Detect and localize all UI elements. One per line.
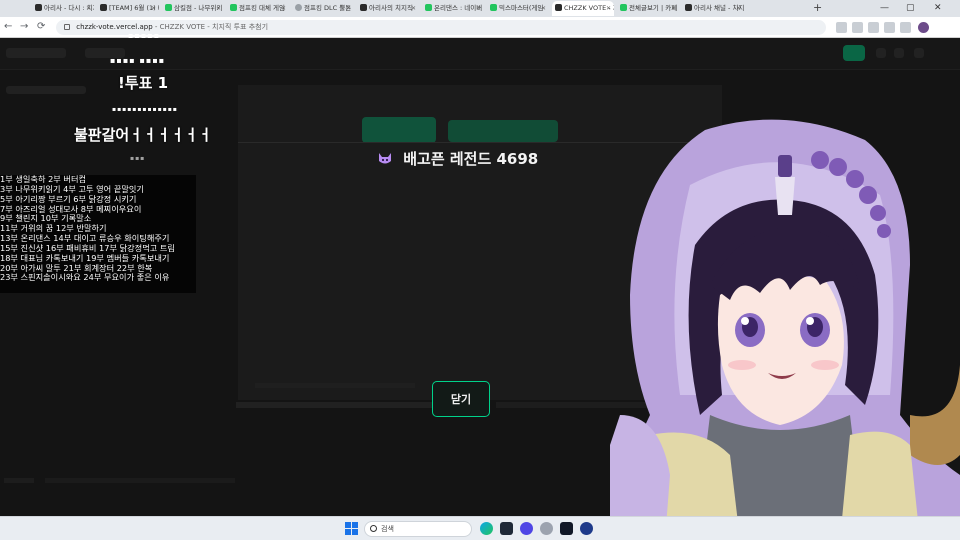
window-minimize-button[interactable]: — (880, 0, 889, 16)
chrome-icon[interactable] (500, 522, 513, 535)
close-tab-icon[interactable]: ✕ (671, 1, 676, 16)
reload-button[interactable]: ⟳ (37, 20, 45, 34)
winner-title: 배고픈 레전드 4698 (378, 148, 538, 169)
winner-number: 4698 (496, 150, 539, 168)
window-close-button[interactable]: ✕ (934, 0, 942, 16)
profile-avatar-icon[interactable] (918, 22, 929, 33)
windows-start-icon[interactable] (345, 522, 358, 535)
app-icon[interactable] (540, 522, 553, 535)
tab-label: 믹스마스터(게임 (499, 4, 544, 12)
url-domain: chzzk-vote.vercel.app (76, 23, 153, 31)
browser-tab[interactable]: [TEAM] 6월 (1) 태모베이✕ (97, 1, 159, 16)
close-button[interactable]: 닫기 (432, 381, 490, 417)
browser-tab[interactable]: 믹스마스터(게임 ✕ (487, 1, 549, 16)
close-tab-icon[interactable]: ✕ (151, 1, 156, 16)
browser-tab[interactable]: 아리사의 치지직 ✕ (357, 1, 419, 16)
browser-tab[interactable]: 온리댄스 : 네이버 ✕ (422, 1, 484, 16)
breadcrumb (6, 86, 86, 94)
tab-label: 전체글보기 | 카페 (629, 4, 678, 12)
close-tab-icon[interactable]: ✕ (736, 1, 741, 16)
extension-icon[interactable] (852, 22, 863, 33)
demon-face-icon (379, 153, 391, 164)
overlay-vote-heading: !투표 1 (118, 74, 169, 92)
extension-icon[interactable] (868, 22, 879, 33)
steam-icon[interactable] (580, 522, 593, 535)
edge-icon[interactable] (480, 522, 493, 535)
tab-favicon-icon (360, 4, 367, 11)
overlay-dots: ▪▪▪▪ ▪▪▪▪ (110, 56, 166, 65)
tab-favicon-icon (620, 4, 627, 11)
extension-icon[interactable] (900, 22, 911, 33)
tab-label: 점프킹 대체 게임 (239, 4, 285, 12)
close-tab-icon[interactable]: ✕ (606, 1, 611, 16)
vote-start-button[interactable] (448, 120, 558, 142)
extension-icon[interactable] (884, 22, 895, 33)
close-tab-icon[interactable]: ✕ (346, 1, 351, 16)
back-button[interactable]: ← (4, 20, 12, 34)
close-tab-icon[interactable]: ✕ (411, 1, 416, 16)
close-tab-icon[interactable]: ✕ (476, 1, 481, 16)
browser-tab[interactable]: 전체글보기 | 카페 ✕ (617, 1, 679, 16)
overlay-dots: ▪▪▪▪▪ (128, 31, 161, 40)
browser-tab[interactable]: 점프킹 DLC 뿔튼 ✕ (292, 1, 354, 16)
header-icon[interactable] (914, 48, 924, 58)
header-icon[interactable] (876, 48, 886, 58)
tab-favicon-icon (685, 4, 692, 11)
tab-favicon-icon (555, 4, 562, 11)
tab-favicon-icon (490, 4, 497, 11)
overlay-list-item: 23부 스핀지솔이시와요 24부 무요이가 좋은 이유 (0, 272, 170, 283)
site-info-icon[interactable] (64, 24, 70, 30)
tab-label: 점프킹 DLC 뿔튼 (304, 4, 352, 12)
window-maximize-button[interactable]: ▢ (906, 0, 915, 16)
tab-favicon-icon (165, 4, 172, 11)
close-tab-icon[interactable]: ✕ (86, 1, 91, 16)
close-tab-icon[interactable]: ✕ (541, 1, 546, 16)
forward-button[interactable]: → (20, 20, 28, 34)
site-header (0, 38, 960, 70)
tab-label: 온리댄스 : 네이버 (434, 4, 483, 12)
header-icon[interactable] (894, 48, 904, 58)
taskbar-search-placeholder: 검색 (381, 525, 394, 533)
overlay-item-list: 1부 생일축하 2부 버터컵 3부 나무위키읽기 4부 고투 영어 끝말잇기 5부 … (0, 175, 196, 293)
discord-icon[interactable] (520, 522, 533, 535)
close-tab-icon[interactable]: ✕ (281, 1, 286, 16)
address-bar[interactable]: chzzk-vote.vercel.app - CHZZK VOTE - 치지직… (56, 20, 826, 35)
extension-icon[interactable] (836, 22, 847, 33)
vtuber-avatar (610, 119, 960, 540)
header-action-button[interactable] (843, 45, 865, 61)
browser-tab-bar: 아리사 - 다시 : 치지직✕[TEAM] 6월 (1) 태모베이✕삼킬점 - … (0, 0, 960, 17)
faded-result-row (236, 402, 436, 408)
footer-text (4, 478, 34, 483)
tab-favicon-icon (425, 4, 432, 11)
close-tab-icon[interactable]: ✕ (216, 1, 221, 16)
faded-result-row (255, 383, 415, 388)
overlay-dots: ▪▪▪▪▪▪▪▪▪▪▪▪▪ (112, 106, 178, 113)
browser-tab[interactable]: 삼킬점 - 나무위키 ✕ (162, 1, 224, 16)
site-logo (6, 48, 66, 58)
winner-name: 배고픈 레전드 (403, 150, 492, 168)
tab-favicon-icon (295, 4, 302, 11)
windows-taskbar: 검색 (0, 516, 960, 540)
browser-tab[interactable]: CHZZK VOTE - 치지✕ (552, 1, 614, 16)
new-tab-button[interactable]: + (813, 0, 822, 16)
search-icon (370, 525, 377, 532)
obs-icon[interactable] (560, 522, 573, 535)
browser-tab[interactable]: 아리사 - 다시 : 치지직✕ (32, 1, 94, 16)
tab-favicon-icon (35, 4, 42, 11)
vote-mode-button[interactable] (362, 117, 436, 143)
browser-tab[interactable]: 점프킹 대체 게임 ✕ (227, 1, 289, 16)
tab-label: 아리사의 치지직 (369, 4, 413, 12)
url-page-title: - CHZZK VOTE - 치지직 투표 추첨기 (154, 23, 269, 31)
browser-tab[interactable]: 아리사 채널 - 치지 ✕ (682, 1, 744, 16)
taskbar-search[interactable]: 검색 (364, 521, 472, 537)
tab-favicon-icon (230, 4, 237, 11)
overlay-board-heading: 불판갈어ㅓㅓㅓㅓㅓㅓ (74, 126, 213, 144)
overlay-dots: ▪▪▪ (130, 155, 146, 162)
footer-text (45, 478, 235, 483)
tab-favicon-icon (100, 4, 107, 11)
